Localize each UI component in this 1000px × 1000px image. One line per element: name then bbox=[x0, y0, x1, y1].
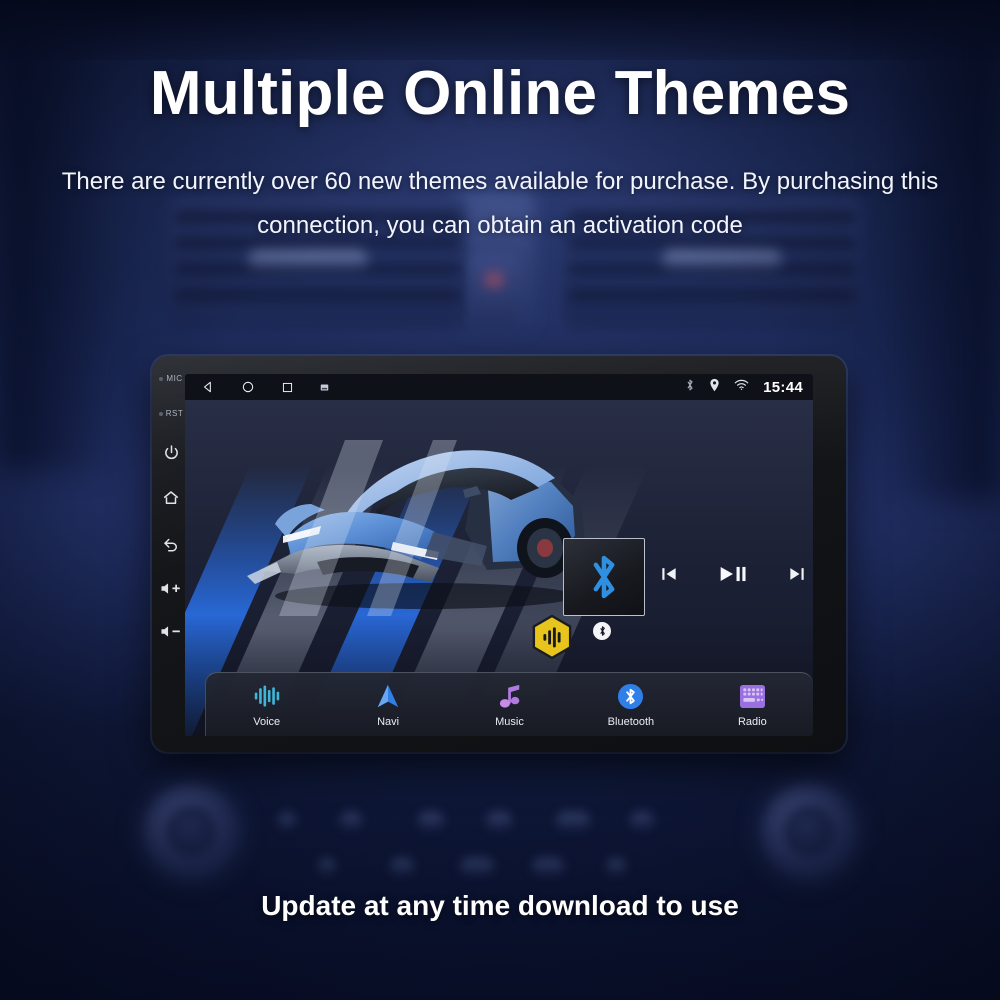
dock-item-navi[interactable]: Navi bbox=[327, 681, 448, 728]
album-art-tile[interactable] bbox=[563, 538, 645, 616]
screenshot-icon[interactable] bbox=[320, 383, 329, 392]
dock-label-navi: Navi bbox=[377, 716, 400, 728]
wifi-icon bbox=[734, 378, 749, 396]
volume-down-icon[interactable] bbox=[160, 624, 182, 639]
play-pause-button[interactable] bbox=[718, 560, 748, 593]
location-icon bbox=[709, 378, 720, 397]
dock-label-radio: Radio bbox=[737, 716, 767, 728]
navigation-arrow-icon bbox=[375, 681, 401, 711]
equalizer-badge[interactable] bbox=[531, 614, 573, 660]
status-indicators: 15:44 bbox=[685, 378, 803, 397]
head-unit-screen[interactable]: 15:44 Voice Navi Music Bluetooth Radio bbox=[185, 374, 813, 736]
dock-label-music: Music bbox=[495, 716, 524, 728]
dock-label-voice: Voice bbox=[253, 716, 281, 728]
next-track-button[interactable] bbox=[787, 564, 807, 589]
app-dock: Voice Navi Music Bluetooth Radio bbox=[205, 672, 813, 736]
mic-indicator: MIC bbox=[159, 374, 182, 383]
sports-car-illustration bbox=[225, 420, 615, 620]
home-icon[interactable] bbox=[162, 489, 180, 507]
reset-label: RST bbox=[165, 409, 184, 418]
dock-label-bluetooth: Bluetooth bbox=[607, 716, 655, 728]
voice-wave-icon bbox=[253, 681, 281, 711]
car-head-unit: MIC RST 15:44 Voice Navi Music Bluetooth… bbox=[152, 356, 846, 752]
bluetooth-source-badge bbox=[593, 622, 611, 640]
power-icon[interactable] bbox=[163, 444, 180, 461]
previous-track-button[interactable] bbox=[659, 564, 679, 589]
reset-button[interactable]: RST bbox=[158, 409, 184, 418]
status-bar: 15:44 bbox=[185, 374, 813, 400]
page-subtitle: There are currently over 60 new themes a… bbox=[61, 168, 939, 239]
back-icon[interactable] bbox=[162, 535, 180, 553]
status-clock: 15:44 bbox=[763, 378, 803, 396]
recents-icon[interactable] bbox=[281, 381, 294, 394]
dock-item-radio[interactable]: Radio bbox=[692, 681, 813, 728]
bluetooth-icon bbox=[617, 681, 644, 711]
dock-item-bluetooth[interactable]: Bluetooth bbox=[570, 681, 691, 728]
volume-up-icon[interactable] bbox=[160, 581, 182, 596]
back-icon[interactable] bbox=[201, 380, 215, 394]
dock-item-voice[interactable]: Voice bbox=[206, 681, 327, 728]
page-footer-caption: Update at any time download to use bbox=[261, 890, 739, 921]
dock-item-music[interactable]: Music bbox=[449, 681, 570, 728]
bluetooth-icon bbox=[685, 378, 695, 397]
android-navigation-bar bbox=[193, 380, 329, 394]
radio-grid-icon bbox=[739, 681, 766, 711]
media-transport-controls bbox=[659, 560, 807, 593]
page-title: Multiple Online Themes bbox=[149, 59, 851, 128]
mic-label: MIC bbox=[166, 374, 183, 383]
music-note-icon bbox=[498, 681, 522, 711]
home-icon[interactable] bbox=[241, 380, 255, 394]
media-player-widget bbox=[563, 538, 804, 648]
